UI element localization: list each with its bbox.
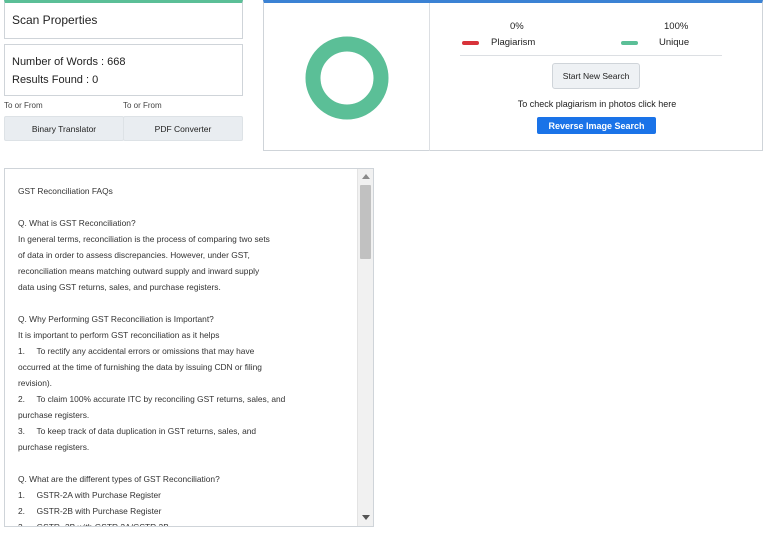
scan-stats-box: Number of Words : 668 Results Found : 0 [4, 44, 243, 96]
reverse-image-search-button[interactable]: Reverse Image Search [537, 117, 656, 134]
tool-prefix-binary: To or From [4, 101, 43, 110]
results-found-value: 0 [92, 74, 99, 86]
word-count-value: 668 [107, 56, 126, 68]
plagiarism-percent: 0% [510, 21, 524, 32]
uniqueness-donut-chart [305, 36, 389, 120]
textarea-content: GST Reconciliation FAQs Q. What is GST R… [18, 186, 286, 527]
unique-label: Unique [659, 37, 690, 48]
scan-properties-title: Scan Properties [12, 13, 98, 27]
results-panel: 0% 100% Plagiarism Unique Start New Sear… [263, 0, 763, 151]
panel-divider [429, 3, 430, 151]
plagiarism-label: Plagiarism [491, 37, 536, 48]
binary-translator-button[interactable]: Binary Translator [4, 116, 124, 141]
unique-percent: 100% [664, 21, 689, 32]
photo-check-text: To check plagiarism in photos click here [517, 99, 677, 109]
pdf-converter-button[interactable]: PDF Converter [123, 116, 243, 141]
textarea-scrollbar[interactable] [357, 169, 373, 526]
start-new-search-button[interactable]: Start New Search [552, 63, 640, 89]
legend-divider [460, 55, 722, 56]
scroll-down-icon[interactable] [362, 515, 370, 520]
donut-unique-arc [305, 36, 389, 120]
scroll-thumb[interactable] [360, 185, 371, 259]
content-textarea[interactable]: GST Reconciliation FAQs Q. What is GST R… [4, 168, 374, 527]
scroll-up-icon[interactable] [362, 174, 370, 179]
scan-properties-header: Scan Properties [4, 0, 243, 39]
results-found-row: Results Found : 0 [12, 71, 235, 89]
plagiarism-legend-swatch [462, 41, 479, 45]
word-count-label: Number of Words : [12, 56, 108, 68]
word-count-row: Number of Words : 668 [12, 53, 235, 71]
unique-legend-swatch [621, 41, 638, 45]
results-found-label: Results Found : [12, 74, 93, 86]
tool-prefix-pdf: To or From [123, 101, 162, 110]
